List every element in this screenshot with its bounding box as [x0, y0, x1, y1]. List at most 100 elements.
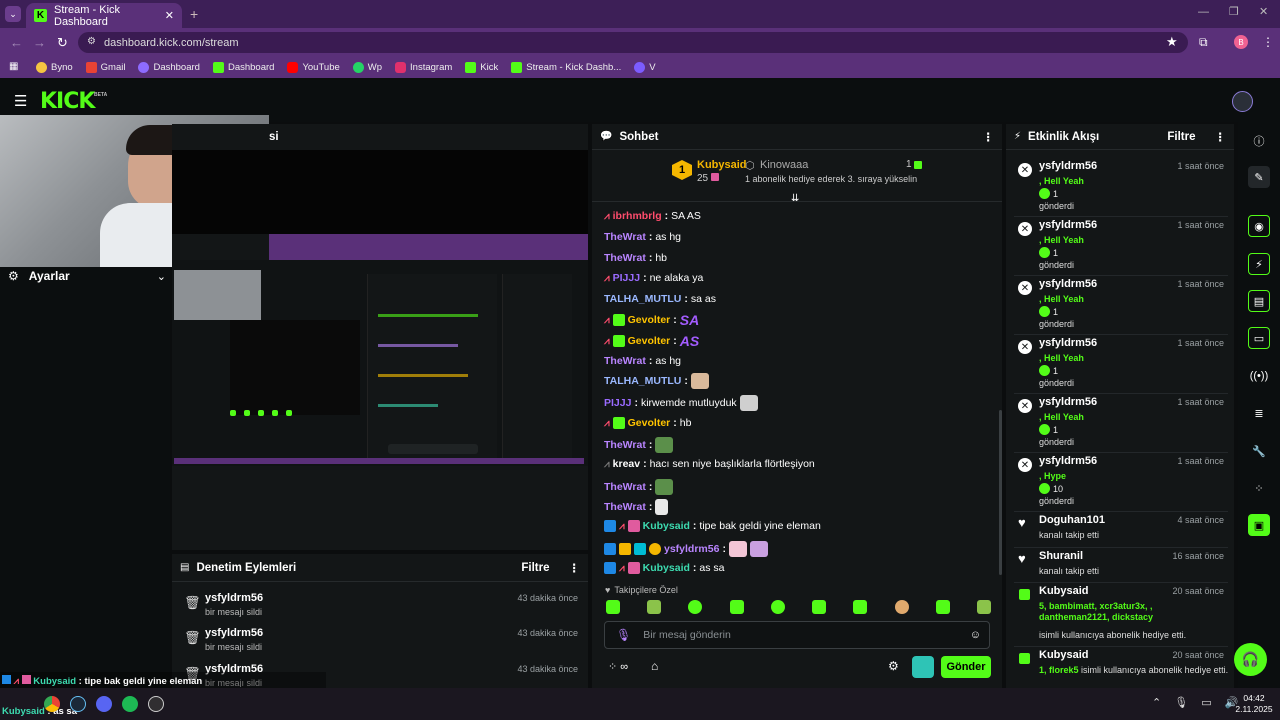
restore-button[interactable]: ❐ — [1229, 5, 1239, 18]
microphone-icon[interactable]: 🎙 — [616, 628, 631, 642]
forward-button[interactable]: → — [33, 35, 46, 50]
event-user[interactable]: Kubysaid — [1039, 649, 1089, 661]
info-icon[interactable]: ⓘ — [1248, 130, 1270, 152]
event-user[interactable]: Kubysaid — [1039, 585, 1089, 597]
chat-settings-icon[interactable]: ⚙ — [888, 659, 899, 673]
chat-username[interactable]: Kubysaid — [643, 520, 690, 532]
window-close-button[interactable]: ✕ — [1259, 5, 1268, 18]
chat-username[interactable]: ysfyldrm56 — [664, 543, 719, 555]
steam-taskbar-icon[interactable] — [70, 696, 86, 712]
event-user[interactable]: ysfyldrm56 — [1039, 278, 1097, 290]
expand-pinned-icon[interactable]: ⇊ — [791, 193, 799, 204]
event-user[interactable]: ysfyldrm56 — [1039, 455, 1097, 467]
chat-username[interactable]: TALHA_MUTLU — [604, 293, 681, 305]
network-icon[interactable]: ▭ — [1201, 696, 1211, 709]
mod-user[interactable]: ysfyldrm56 — [205, 592, 263, 604]
close-icon[interactable]: ✕ — [165, 9, 174, 22]
user-avatar[interactable] — [1232, 91, 1253, 112]
menu-icon[interactable]: ⋮ — [1262, 35, 1274, 49]
minimize-button[interactable]: — — [1198, 6, 1209, 18]
wrench-icon[interactable]: 🔧 — [1248, 440, 1270, 462]
emote-button[interactable] — [606, 600, 620, 614]
apps-icon[interactable]: ▦ — [9, 61, 18, 72]
lightning-icon[interactable]: ⚡ — [1248, 253, 1270, 275]
emote-button[interactable] — [729, 600, 744, 614]
bookmark-gmail[interactable]: Gmail — [85, 61, 125, 73]
chat-username[interactable]: PIJJJ — [604, 397, 631, 409]
event-user[interactable]: ysfyldrm56 — [1039, 219, 1097, 231]
event-user[interactable]: ysfyldrm56 — [1039, 396, 1097, 408]
bookmark-star-icon[interactable]: ★ — [1166, 34, 1178, 50]
chat-username[interactable]: TheWrat — [604, 439, 646, 451]
kick-logo[interactable]: KICK — [40, 89, 95, 114]
bookmark-wp[interactable]: Wp — [352, 61, 382, 73]
chat-input-box[interactable]: 🎙 Bir mesaj gönderin ☺ — [604, 621, 990, 649]
layers-icon[interactable]: ≣ — [1248, 402, 1270, 424]
bookmark-youtube[interactable]: YouTube — [287, 61, 340, 73]
bookmark-kick[interactable]: Kick — [465, 61, 498, 73]
activity-menu-icon[interactable]: ⋮ — [1215, 130, 1227, 144]
emote-button[interactable] — [894, 600, 909, 614]
bookmark-byno[interactable]: Byno — [36, 61, 73, 73]
chat-icon[interactable]: ▭ — [1248, 327, 1270, 349]
chrome-taskbar-icon[interactable] — [44, 696, 60, 712]
chat-scrollbar[interactable] — [999, 410, 1002, 575]
event-user[interactable]: ysfyldrm56 — [1039, 160, 1097, 172]
chat-username[interactable]: Kubysaid — [643, 562, 690, 574]
mod-user[interactable]: ysfyldrm56 — [205, 627, 263, 639]
chat-username[interactable]: Gevolter — [628, 417, 671, 429]
edit-icon[interactable]: ✎ — [1248, 166, 1270, 188]
bookmark-v[interactable]: V — [634, 61, 656, 73]
bookmark-dashboard-1[interactable]: Dashboard — [138, 61, 200, 73]
bookmark-instagram[interactable]: Instagram — [395, 61, 452, 73]
discord-taskbar-icon[interactable] — [96, 696, 112, 712]
chat-username[interactable]: TheWrat — [604, 231, 646, 243]
address-input[interactable]: dashboard.kick.com/stream — [78, 32, 1188, 53]
tab-search-button[interactable]: ⌄ — [5, 6, 21, 22]
new-tab-button[interactable]: + — [190, 6, 198, 22]
emote-button[interactable] — [688, 600, 703, 614]
document-icon[interactable]: ▤ — [1248, 290, 1270, 312]
chat-username[interactable]: Gevolter — [628, 314, 671, 326]
emote-button[interactable] — [853, 600, 868, 614]
chat-username[interactable]: TheWrat — [604, 252, 646, 264]
bookmark-stream-kick[interactable]: Stream - Kick Dashb... — [511, 61, 621, 73]
camera-icon[interactable]: ◉ — [1248, 215, 1270, 237]
chat-username[interactable]: TheWrat — [604, 481, 646, 493]
emote-button[interactable] — [647, 600, 662, 614]
moderation-menu-icon[interactable]: ⋮ — [569, 561, 581, 575]
event-user[interactable]: ysfyldrm56 — [1039, 337, 1097, 349]
users-icon[interactable]: ⁘ — [1248, 477, 1270, 499]
chat-menu-icon[interactable]: ⋮ — [983, 130, 995, 144]
gift-leaderboard[interactable]: 1 Kubysaid 25 ⬡ Kinowaaa 1 1 abonelik he… — [672, 158, 932, 192]
chat-username[interactable]: kreav — [613, 458, 640, 470]
stream-video-nested[interactable] — [172, 260, 588, 466]
support-button[interactable]: 🎧 — [1234, 643, 1267, 676]
taskbar-clock[interactable]: 04:42 2.11.2025 — [1232, 693, 1276, 715]
moderation-filter-button[interactable]: Filtre — [521, 562, 549, 574]
hamburger-menu-icon[interactable]: ☰ — [14, 92, 27, 110]
reload-button[interactable]: ↻ — [57, 35, 68, 51]
chat-username[interactable]: TheWrat — [604, 355, 646, 367]
chat-username[interactable]: TheWrat — [604, 501, 646, 513]
event-user[interactable]: Doguhan101 — [1039, 514, 1105, 526]
emote-button[interactable] — [935, 600, 950, 614]
emote-button[interactable] — [976, 600, 991, 614]
bookmark-dashboard-2[interactable]: Dashboard — [212, 61, 274, 73]
emote-button[interactable] — [770, 600, 785, 614]
back-button[interactable]: ← — [10, 35, 23, 50]
event-user[interactable]: Shuranil — [1039, 550, 1083, 562]
chat-username[interactable]: ibrhmbrlg — [613, 210, 662, 222]
channel-points-button[interactable] — [912, 656, 934, 678]
profile-avatar[interactable]: B — [1234, 35, 1248, 49]
chat-username[interactable]: Gevolter — [628, 335, 671, 347]
emote-button[interactable] — [812, 600, 827, 614]
send-button[interactable]: Gönder — [941, 656, 991, 678]
extensions-icon[interactable]: ⧉ — [1199, 35, 1208, 50]
chat-username[interactable]: TALHA_MUTLU — [604, 375, 681, 387]
store-icon[interactable]: ⌂ — [651, 659, 658, 673]
chat-username[interactable]: PIJJJ — [613, 272, 640, 284]
game-icon[interactable]: ▣ — [1248, 514, 1270, 536]
emoji-icon[interactable]: ☺ — [970, 629, 981, 641]
obs-taskbar-icon[interactable] — [148, 696, 164, 712]
